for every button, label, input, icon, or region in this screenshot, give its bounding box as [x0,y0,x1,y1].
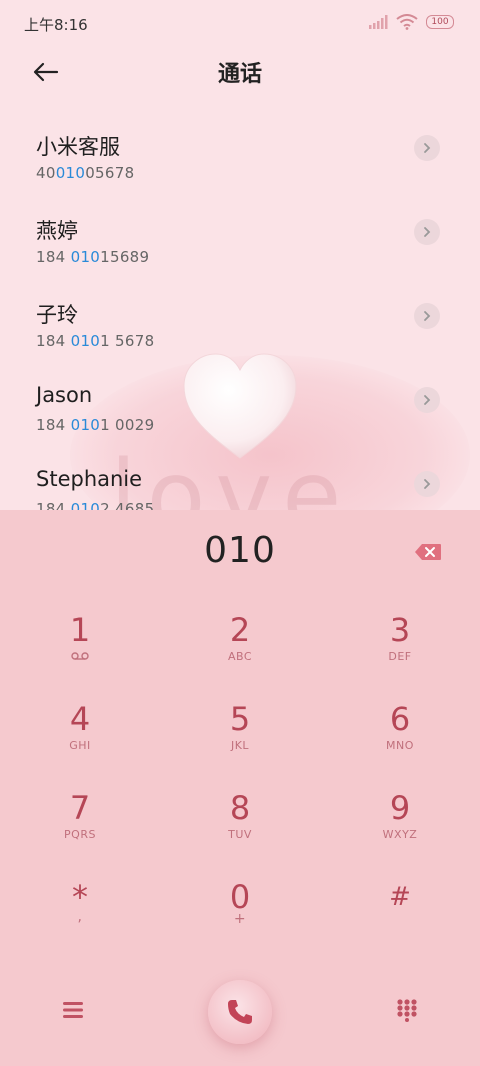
chevron-right-icon [424,143,431,153]
contact-name: Stephanie [36,467,143,491]
key-digit: 9 [389,789,411,827]
number-match: 010 [70,416,101,434]
key-9[interactable]: 9 WXYZ [320,788,480,876]
contact-number: 184 0102 4685 [36,500,154,510]
status-time: 上午8:16 [24,16,88,34]
battery-icon: 100 [426,15,454,29]
key-4[interactable]: 4 GHI [0,699,160,787]
signal-icon [369,15,388,29]
key-letters: WXYZ [382,828,418,841]
voicemail-icon [0,650,160,663]
phone-icon [228,1000,252,1024]
key-hash[interactable]: # [320,877,480,965]
key-star[interactable]: * , [0,877,160,965]
key-1[interactable]: 1 [0,610,160,698]
header: 通话 [0,46,480,102]
number-match: 010 [70,500,101,510]
key-digit: 4 [69,700,91,738]
menu-icon[interactable] [62,1000,84,1020]
status-icons: 100 [368,14,454,30]
contact-detail-button[interactable] [414,219,440,245]
number-prefix: 184 [36,332,71,350]
contact-number: 184 0101 5678 [36,332,154,350]
key-letters: GHI [69,739,91,752]
contact-number: 184 0101 0029 [36,416,154,434]
key-letters: , [77,909,83,925]
key-letters: JKL [230,739,250,752]
contact-name: Jason [36,383,93,407]
chevron-right-icon [424,311,431,321]
number-suffix: 1 0029 [100,416,155,434]
page-title: 通话 [217,62,262,87]
contact-number: 184 01015689 [36,248,149,266]
status-bar: 上午8:16 100 [0,0,480,46]
key-letters: ABC [227,650,253,663]
backspace-icon[interactable] [414,543,442,561]
dialpad-toggle-icon[interactable] [396,998,418,1022]
number-match: 010 [70,248,101,266]
dialed-number: 010 [204,530,276,571]
number-match: 010 [55,164,86,182]
contact-detail-button[interactable] [414,387,440,413]
contact-name: 燕婷 [36,219,78,243]
key-digit: 3 [389,611,411,649]
contact-row[interactable]: 小米客服 4001005678 [0,115,480,199]
number-suffix: 15689 [100,248,150,266]
contact-name: 子玲 [36,303,78,327]
key-3[interactable]: 3 DEF [320,610,480,698]
key-7[interactable]: 7 PQRS [0,788,160,876]
key-digit: 1 [69,611,91,649]
contact-detail-button[interactable] [414,135,440,161]
number-prefix: 184 [36,416,71,434]
contact-name: 小米客服 [36,135,120,159]
contact-number: 4001005678 [36,164,134,182]
key-letters: DEF [388,650,412,663]
chevron-right-icon [424,227,431,237]
key-6[interactable]: 6 MNO [320,699,480,787]
key-digit: # [389,882,411,912]
chevron-right-icon [424,479,431,489]
chevron-right-icon [424,395,431,405]
heart-decoration-icon [183,353,297,459]
key-digit: 6 [389,700,411,738]
wifi-icon [396,14,418,30]
key-letters: MNO [386,739,414,752]
call-button[interactable] [208,980,272,1044]
number-suffix: 1 5678 [100,332,155,350]
number-match: 010 [70,332,101,350]
key-8[interactable]: 8 TUV [160,788,320,876]
dial-pad: 010 1 2 ABC 3 DEF 4 GHI 5 JKL 6 MNO 7 PQ… [0,510,480,1066]
key-5[interactable]: 5 JKL [160,699,320,787]
number-suffix: 2 4685 [100,500,155,510]
dial-actions [0,980,480,1060]
contact-detail-button[interactable] [414,303,440,329]
number-prefix: 40 [36,164,56,182]
key-digit: 5 [229,700,251,738]
number-prefix: 184 [36,248,71,266]
key-letters: PQRS [64,828,96,841]
key-digit: 2 [229,611,251,649]
key-0[interactable]: 0 + [160,877,320,965]
contact-row[interactable]: 燕婷 184 01015689 [0,199,480,283]
number-suffix: 05678 [85,164,135,182]
key-letters: + [233,911,247,927]
key-2[interactable]: 2 ABC [160,610,320,698]
number-prefix: 184 [36,500,71,510]
key-digit: 8 [229,789,251,827]
contact-detail-button[interactable] [414,471,440,497]
key-letters: TUV [228,828,252,841]
dialer-screen: 上午8:16 100 通话 love 小米客服 4001005678 燕婷 18… [0,0,480,1066]
key-digit: 7 [69,789,91,827]
